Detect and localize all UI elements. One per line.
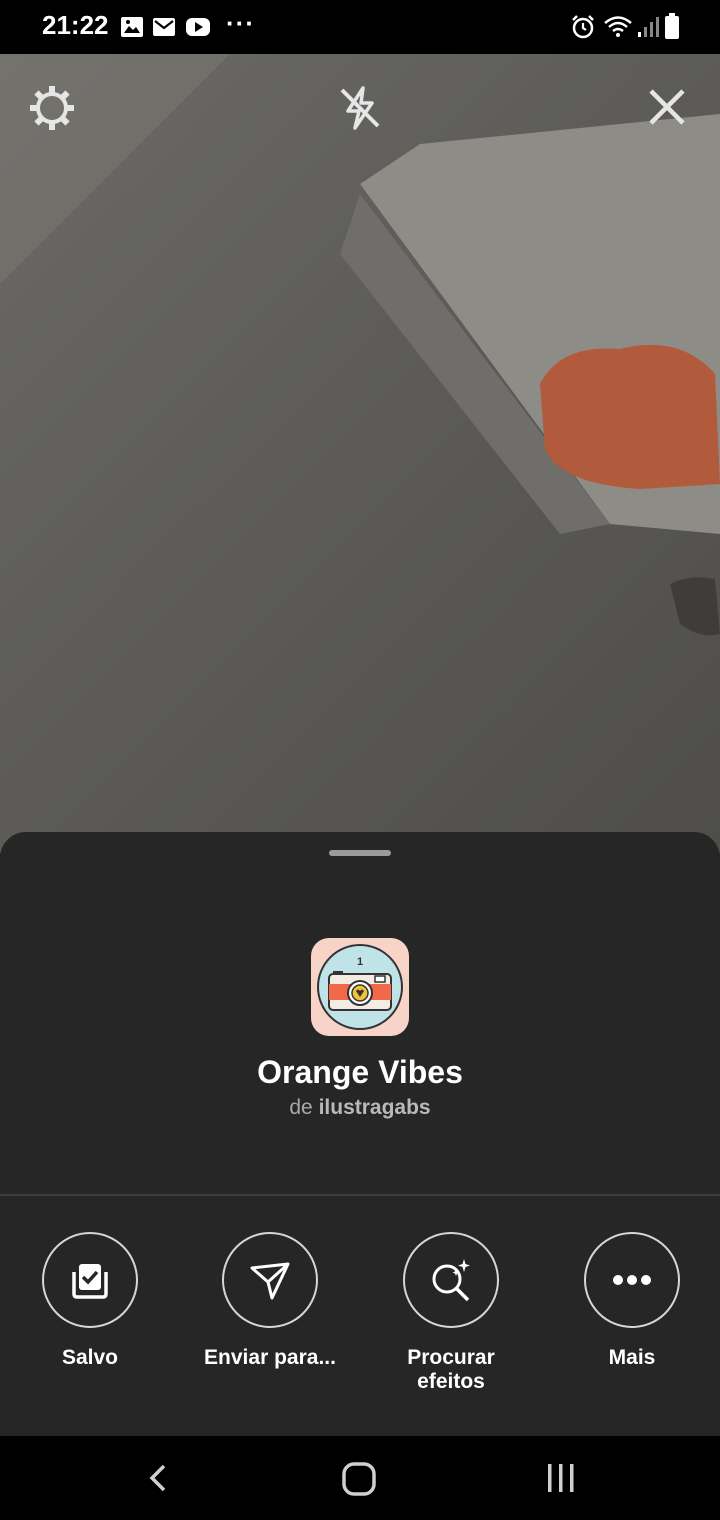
camera-scene [0, 54, 720, 636]
mail-icon [153, 18, 175, 36]
wifi-icon [604, 16, 632, 37]
svg-text:1: 1 [357, 956, 363, 968]
send-to-button[interactable]: Enviar para... [180, 1232, 360, 1370]
send-to-button-circle[interactable] [222, 1232, 318, 1328]
back-icon[interactable] [140, 1460, 176, 1496]
browse-effects-label: Procurar efeitos [407, 1346, 495, 1393]
send-icon [250, 1262, 290, 1300]
alarm-icon [572, 15, 594, 39]
gallery-icon [121, 17, 143, 37]
effect-title: Orange Vibes [257, 1054, 463, 1090]
more-label: Mais [608, 1346, 656, 1369]
browse-effects-button[interactable]: Procurar efeitos [361, 1232, 541, 1394]
effect-thumbnail: 1 [311, 938, 409, 1036]
close-icon[interactable] [646, 86, 688, 128]
status-bar: 21:22 ··· [0, 0, 720, 54]
saved-button[interactable]: Salvo [0, 1232, 180, 1370]
author-name[interactable]: ilustragabs [319, 1096, 431, 1119]
camera-preview[interactable] [0, 54, 720, 854]
sheet-drag-handle[interactable] [329, 850, 391, 856]
saved-label: Salvo [61, 1346, 119, 1369]
flash-off-icon[interactable] [336, 84, 384, 132]
browse-effects-icon [432, 1259, 470, 1302]
more-icon [613, 1275, 651, 1285]
battery-icon [665, 13, 679, 39]
status-time: 21:22 [42, 10, 109, 40]
youtube-icon [186, 18, 210, 36]
sheet-divider [0, 1194, 720, 1196]
author-prefix: de [289, 1096, 313, 1119]
home-icon[interactable] [340, 1460, 378, 1498]
more-notifications-icon: ··· [226, 8, 255, 38]
effect-bottom-sheet: 1 Orange Vibes de ilustragabs Salvo Envi… [0, 832, 720, 1436]
more-button[interactable]: Mais [542, 1232, 720, 1370]
camera-illustration-icon: 1 [317, 944, 403, 1030]
settings-icon[interactable] [28, 84, 76, 132]
browse-effects-button-circle[interactable] [403, 1232, 499, 1328]
navigation-bar [0, 1436, 720, 1520]
effect-author-line: de ilustragabs [0, 1096, 720, 1120]
signal-icon [638, 17, 659, 37]
recents-icon[interactable] [544, 1462, 578, 1494]
send-to-label: Enviar para... [204, 1346, 336, 1369]
saved-button-circle[interactable] [42, 1232, 138, 1328]
more-button-circle[interactable] [584, 1232, 680, 1328]
saved-icon [72, 1264, 108, 1299]
